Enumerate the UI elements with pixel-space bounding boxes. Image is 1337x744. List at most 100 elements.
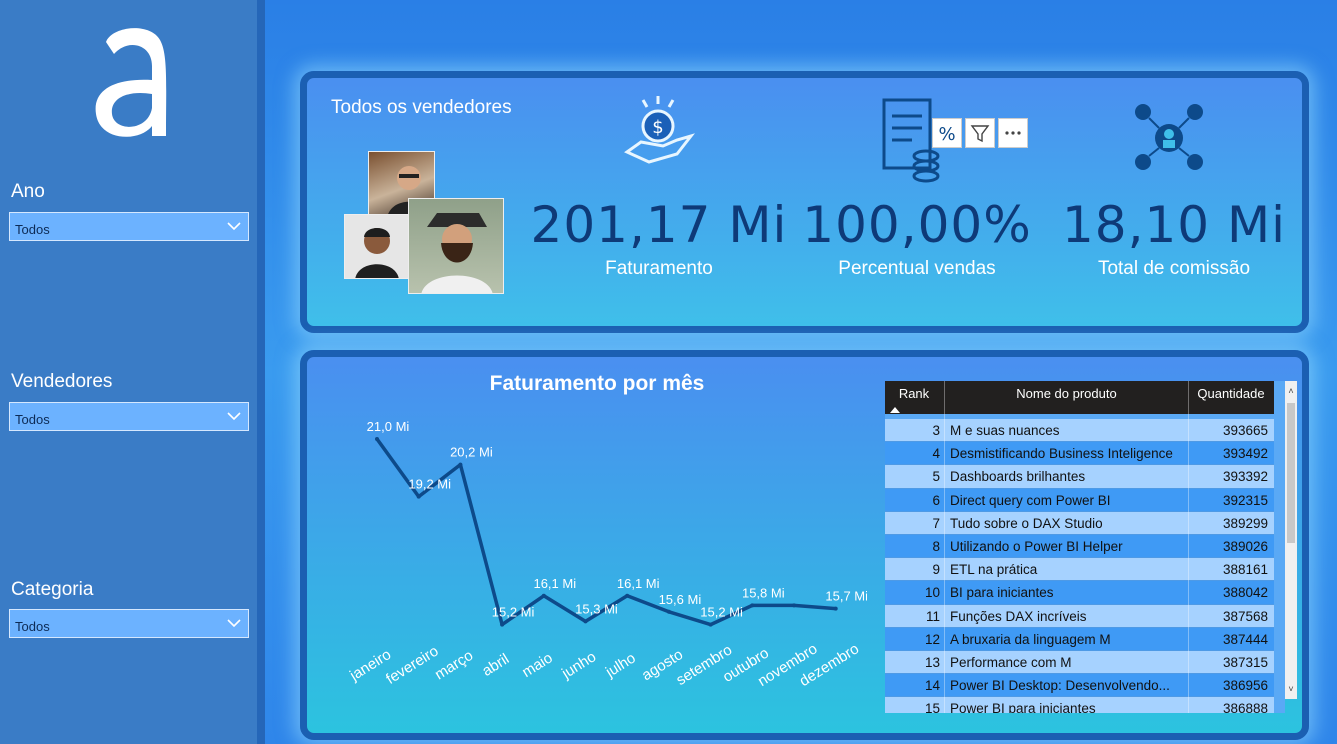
- filter-icon: [970, 125, 990, 143]
- data-label: 15,8 Mi: [742, 585, 785, 600]
- cell-rank: 6: [932, 492, 940, 508]
- cell-quantity: 393492: [1222, 446, 1268, 462]
- data-label: 15,2 Mi: [700, 605, 743, 620]
- cell-product-name: Power BI para iniciantes: [950, 701, 1096, 713]
- kpi-faturamento-value: 201,17 Mi: [530, 196, 788, 254]
- cell-rank: 13: [924, 654, 940, 670]
- products-table: Rank Nome do produto Quantidade 3 M e sua…: [885, 381, 1285, 713]
- sidebar: Ano Todos Vendedores Todos Categoria Tod…: [0, 0, 257, 744]
- scroll-down-icon[interactable]: ˅: [1285, 683, 1297, 695]
- filter-label-categoria: Categoria: [11, 579, 94, 600]
- cell-rank: 14: [924, 678, 940, 694]
- data-label: 16,1 Mi: [617, 576, 660, 591]
- data-label: 20,2 Mi: [450, 445, 493, 460]
- data-point[interactable]: [750, 603, 755, 608]
- data-label: 15,7 Mi: [825, 589, 867, 604]
- cell-product-name: Funções DAX incríveis: [950, 608, 1087, 624]
- scroll-thumb[interactable]: [1287, 403, 1295, 543]
- data-point[interactable]: [541, 593, 546, 598]
- data-point[interactable]: [833, 606, 838, 611]
- cell-rank: 3: [932, 423, 940, 438]
- commission-network-icon: [1135, 104, 1203, 170]
- x-tick-label: julho: [602, 650, 639, 682]
- cell-quantity: 386956: [1222, 678, 1268, 694]
- scroll-up-icon[interactable]: ˄: [1285, 385, 1297, 397]
- table-scrollbar[interactable]: ˄ ˅: [1285, 381, 1297, 699]
- categoria-dropdown-value: Todos: [15, 619, 50, 634]
- kpi-comissao-label: Total de comissão: [1097, 258, 1251, 279]
- kpi-percentual-value: 100,00%: [802, 196, 1032, 254]
- header-product-name[interactable]: Nome do produto: [945, 386, 1188, 401]
- vendedores-dropdown[interactable]: Todos: [9, 402, 249, 431]
- cell-product-name: M e suas nuances: [950, 423, 1060, 438]
- cell-quantity: 393665: [1222, 423, 1268, 438]
- cell-product-name: Utilizando o Power BI Helper: [950, 538, 1123, 554]
- data-label: 19,2 Mi: [408, 477, 451, 492]
- monthly-revenue-line-chart: 21,0 Mijaneiro19,2 Mifevereiro20,2 Mimar…: [346, 419, 867, 690]
- ano-dropdown[interactable]: Todos: [9, 212, 249, 241]
- header-quantity[interactable]: Quantidade: [1188, 386, 1274, 401]
- cell-quantity: 392315: [1222, 492, 1268, 508]
- svg-text:%: %: [938, 124, 955, 145]
- chevron-down-icon: [227, 222, 241, 231]
- cell-product-name: Tudo sobre o DAX Studio: [950, 515, 1103, 531]
- more-options-icon: [1005, 131, 1021, 135]
- kpi-comissao-value: 18,10 Mi: [1061, 196, 1287, 254]
- cell-quantity: 387568: [1222, 608, 1268, 624]
- cell-product-name: Direct query com Power BI: [950, 492, 1111, 508]
- data-point[interactable]: [708, 622, 713, 627]
- x-tick-label: fevereiro: [383, 643, 442, 688]
- data-point[interactable]: [458, 462, 463, 467]
- cell-rank: 9: [932, 562, 940, 578]
- data-point[interactable]: [792, 603, 796, 608]
- column-divider: [944, 381, 945, 713]
- cell-product-name: Performance com M: [950, 654, 1072, 670]
- x-tick-label: junho: [558, 648, 599, 682]
- brand-logo: [95, 28, 167, 137]
- percent-visual-button[interactable]: %: [932, 118, 962, 148]
- more-options-button[interactable]: [998, 118, 1028, 148]
- ano-dropdown-value: Todos: [15, 222, 50, 237]
- cell-product-name: BI para iniciantes: [950, 585, 1054, 601]
- data-label: 15,2 Mi: [492, 605, 535, 620]
- cell-quantity: 386888: [1222, 701, 1268, 713]
- cell-quantity: 388161: [1222, 562, 1268, 578]
- x-tick-label: maio: [519, 649, 556, 681]
- cell-rank: 12: [924, 631, 940, 647]
- seller-photos: [344, 151, 509, 301]
- cell-rank: 5: [932, 469, 940, 485]
- filter-button[interactable]: [965, 118, 995, 148]
- cell-quantity: 389299: [1222, 515, 1268, 531]
- svg-text:$: $: [652, 117, 663, 138]
- data-point[interactable]: [583, 619, 588, 624]
- cell-product-name: Desmistificando Business Inteligence: [950, 446, 1173, 462]
- seller-photo: [408, 198, 504, 294]
- filter-label-ano: Ano: [11, 181, 45, 202]
- cell-quantity: 387315: [1222, 654, 1268, 670]
- cell-rank: 10: [924, 585, 940, 601]
- vendedores-dropdown-value: Todos: [15, 412, 50, 427]
- cell-rank: 7: [932, 515, 940, 531]
- cell-quantity: 387444: [1222, 631, 1268, 647]
- person-icon: [355, 228, 399, 278]
- data-point[interactable]: [666, 609, 671, 614]
- seller-photo: [344, 214, 409, 279]
- sort-asc-icon: [890, 407, 900, 413]
- x-tick-label: abril: [479, 650, 512, 679]
- header-rank-label: Rank: [898, 386, 930, 401]
- percent-icon: %: [938, 124, 955, 145]
- chart-panel: Faturamento por mês 21,0 Mi janeiro 19,2 M…: [300, 350, 1309, 740]
- data-label: 21,0 Mi: [367, 419, 410, 434]
- header-rank[interactable]: Rank: [885, 386, 943, 413]
- data-point[interactable]: [625, 593, 630, 598]
- cell-product-name: ETL na prática: [950, 562, 1038, 578]
- data-label: 16,1 Mi: [533, 576, 576, 591]
- kpi-faturamento-label: Faturamento: [605, 258, 713, 279]
- cell-rank: 11: [925, 608, 940, 624]
- data-point[interactable]: [416, 494, 421, 499]
- cell-rank: 4: [932, 446, 940, 462]
- categoria-dropdown[interactable]: Todos: [9, 609, 249, 638]
- data-point[interactable]: [500, 622, 505, 627]
- cell-rank: 8: [932, 538, 940, 554]
- data-point[interactable]: [375, 437, 379, 441]
